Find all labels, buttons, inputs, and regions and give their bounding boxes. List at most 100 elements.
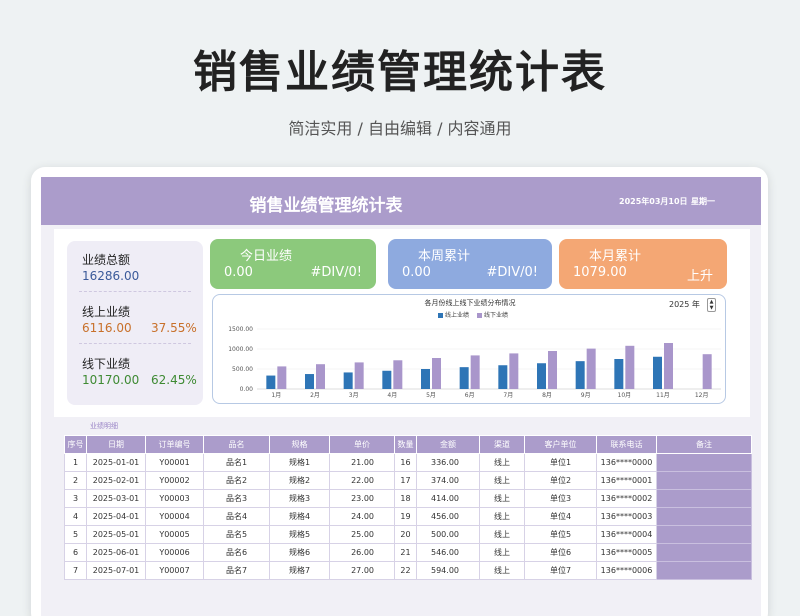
column-header[interactable]: 品名 xyxy=(203,435,270,454)
table-cell[interactable]: 单位1 xyxy=(524,453,597,472)
table-cell[interactable]: 136****0004 xyxy=(596,525,657,544)
column-header[interactable]: 单价 xyxy=(329,435,395,454)
table-cell[interactable] xyxy=(656,507,752,526)
table-cell[interactable]: 规格1 xyxy=(269,453,330,472)
table-cell[interactable]: 单位2 xyxy=(524,471,597,490)
table-cell[interactable]: Y00002 xyxy=(145,471,204,490)
table-cell[interactable]: 21 xyxy=(394,543,417,562)
table-cell[interactable]: 品名3 xyxy=(203,489,270,508)
table-cell[interactable]: 线上 xyxy=(479,507,525,526)
table-cell[interactable]: 2025-03-01 xyxy=(86,489,146,508)
table-cell[interactable]: 规格5 xyxy=(269,525,330,544)
table-cell[interactable]: 21.00 xyxy=(329,453,395,472)
table-cell[interactable]: 336.00 xyxy=(416,453,480,472)
table-cell[interactable]: 2025-02-01 xyxy=(86,471,146,490)
column-header[interactable]: 规格 xyxy=(269,435,330,454)
table-cell[interactable]: Y00007 xyxy=(145,561,204,580)
table-cell[interactable]: 单位7 xyxy=(524,561,597,580)
column-header[interactable]: 数量 xyxy=(394,435,417,454)
table-cell[interactable]: 19 xyxy=(394,507,417,526)
table-cell[interactable]: 6 xyxy=(64,543,87,562)
table-cell[interactable]: 3 xyxy=(64,489,87,508)
table-row[interactable]: 4 2025-04-01 Y00004 品名4 规格4 24.00 19 456.00 线上 单位… xyxy=(64,507,752,526)
table-cell[interactable]: 456.00 xyxy=(416,507,480,526)
table-cell[interactable]: 单位4 xyxy=(524,507,597,526)
table-cell[interactable]: 594.00 xyxy=(416,561,480,580)
table-cell[interactable]: 17 xyxy=(394,471,417,490)
table-cell[interactable] xyxy=(656,471,752,490)
table-cell[interactable]: 414.00 xyxy=(416,489,480,508)
table-cell[interactable]: 品名1 xyxy=(203,453,270,472)
table-cell[interactable]: 品名6 xyxy=(203,543,270,562)
table-row[interactable]: 2 2025-02-01 Y00002 品名2 规格2 22.00 17 374.00 线上 单位… xyxy=(64,471,752,490)
column-header[interactable]: 订单编号 xyxy=(145,435,204,454)
table-cell[interactable] xyxy=(656,453,752,472)
table-cell[interactable]: 线上 xyxy=(479,561,525,580)
table-cell[interactable]: 16 xyxy=(394,453,417,472)
table-cell[interactable]: 规格4 xyxy=(269,507,330,526)
table-row[interactable]: 3 2025-03-01 Y00003 品名3 规格3 23.00 18 414.00 线上 单位… xyxy=(64,489,752,508)
table-cell[interactable]: 规格3 xyxy=(269,489,330,508)
table-row[interactable]: 6 2025-06-01 Y00006 品名6 规格6 26.00 21 546.00 线上 单位… xyxy=(64,543,752,562)
table-cell[interactable]: 单位6 xyxy=(524,543,597,562)
table-row[interactable]: 1 2025-01-01 Y00001 品名1 规格1 21.00 16 336.00 线上 单位… xyxy=(64,453,752,472)
table-cell[interactable]: 136****0005 xyxy=(596,543,657,562)
table-cell[interactable]: 24.00 xyxy=(329,507,395,526)
table-cell[interactable]: 2025-04-01 xyxy=(86,507,146,526)
table-cell[interactable]: 5 xyxy=(64,525,87,544)
table-row[interactable]: 7 2025-07-01 Y00007 品名7 规格7 27.00 22 594.00 线上 单位… xyxy=(64,561,752,580)
table-cell[interactable]: 374.00 xyxy=(416,471,480,490)
table-cell[interactable]: 2025-07-01 xyxy=(86,561,146,580)
table-cell[interactable]: 线上 xyxy=(479,543,525,562)
table-cell[interactable]: 品名4 xyxy=(203,507,270,526)
table-cell[interactable] xyxy=(656,489,752,508)
table-cell[interactable]: 4 xyxy=(64,507,87,526)
table-cell[interactable]: 27.00 xyxy=(329,561,395,580)
table-cell[interactable] xyxy=(656,561,752,580)
table-cell[interactable]: 2025-05-01 xyxy=(86,525,146,544)
column-header[interactable]: 联系电话 xyxy=(596,435,657,454)
table-cell[interactable]: Y00004 xyxy=(145,507,204,526)
table-cell[interactable]: 22 xyxy=(394,561,417,580)
table-cell[interactable]: 546.00 xyxy=(416,543,480,562)
table-cell[interactable]: 136****0000 xyxy=(596,453,657,472)
table-cell[interactable]: 500.00 xyxy=(416,525,480,544)
table-cell[interactable]: 线上 xyxy=(479,525,525,544)
table-cell[interactable]: 136****0001 xyxy=(596,471,657,490)
table-cell[interactable]: 线上 xyxy=(479,489,525,508)
table-cell[interactable]: 品名7 xyxy=(203,561,270,580)
table-cell[interactable] xyxy=(656,525,752,544)
table-cell[interactable]: 136****0002 xyxy=(596,489,657,508)
table-cell[interactable]: 2 xyxy=(64,471,87,490)
table-cell[interactable]: 25.00 xyxy=(329,525,395,544)
table-cell[interactable]: 22.00 xyxy=(329,471,395,490)
table-cell[interactable]: 规格7 xyxy=(269,561,330,580)
table-cell[interactable]: 2025-01-01 xyxy=(86,453,146,472)
column-header[interactable]: 序号 xyxy=(64,435,87,454)
table-cell[interactable]: Y00003 xyxy=(145,489,204,508)
table-cell[interactable]: 20 xyxy=(394,525,417,544)
table-cell[interactable]: 单位3 xyxy=(524,489,597,508)
table-cell[interactable]: Y00001 xyxy=(145,453,204,472)
column-header[interactable]: 金额 xyxy=(416,435,480,454)
table-cell[interactable]: 7 xyxy=(64,561,87,580)
table-cell[interactable]: Y00006 xyxy=(145,543,204,562)
table-cell[interactable]: 单位5 xyxy=(524,525,597,544)
table-cell[interactable]: 品名2 xyxy=(203,471,270,490)
column-header[interactable]: 备注 xyxy=(656,435,752,454)
table-cell[interactable]: 线上 xyxy=(479,471,525,490)
table-cell[interactable]: 18 xyxy=(394,489,417,508)
column-header[interactable]: 渠道 xyxy=(479,435,525,454)
detail-link[interactable]: 业绩明细 xyxy=(90,421,118,431)
table-row[interactable]: 5 2025-05-01 Y00005 品名5 规格5 25.00 20 500.00 线上 单位… xyxy=(64,525,752,544)
table-cell[interactable]: 2025-06-01 xyxy=(86,543,146,562)
table-cell[interactable]: 规格6 xyxy=(269,543,330,562)
table-cell[interactable]: Y00005 xyxy=(145,525,204,544)
column-header[interactable]: 日期 xyxy=(86,435,146,454)
table-cell[interactable]: 23.00 xyxy=(329,489,395,508)
column-header[interactable]: 客户单位 xyxy=(524,435,597,454)
table-cell[interactable] xyxy=(656,543,752,562)
table-cell[interactable]: 136****0003 xyxy=(596,507,657,526)
table-cell[interactable]: 规格2 xyxy=(269,471,330,490)
table-cell[interactable]: 26.00 xyxy=(329,543,395,562)
